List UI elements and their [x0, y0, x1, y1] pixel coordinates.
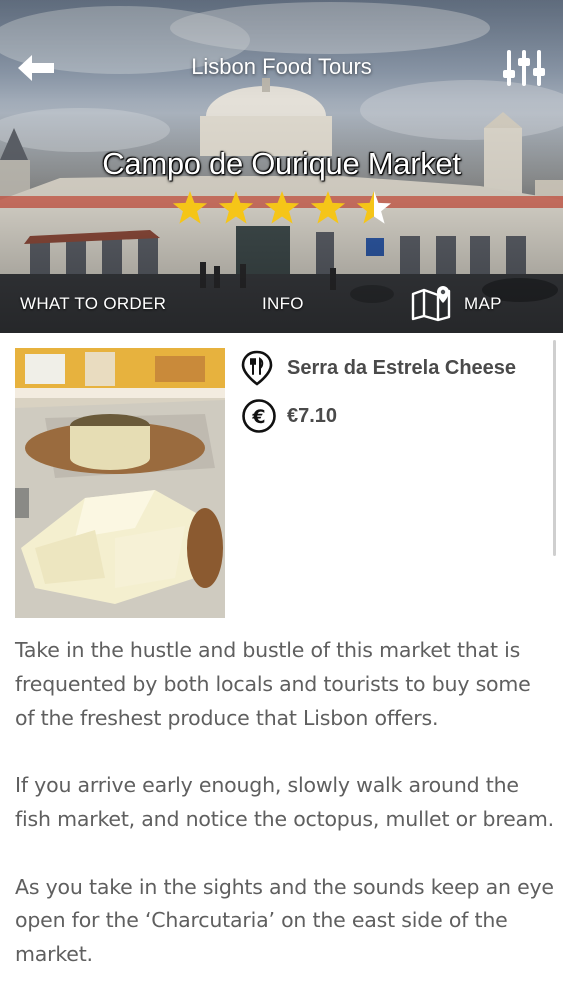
market-title: Campo de Ourique Market — [102, 146, 461, 181]
fork-knife-pin-icon — [241, 350, 273, 386]
star-icon — [218, 191, 254, 224]
euro-circle-icon: € — [242, 399, 276, 433]
cheese-photo — [15, 348, 225, 618]
star-rating — [172, 191, 392, 224]
star-icon — [356, 191, 392, 224]
description-paragraph: Take in the hustle and bustle of this ma… — [15, 638, 531, 730]
item-price-row: € €7.10 — [241, 398, 337, 434]
hero-banner: Lisbon Food Tours Campo de Ourique Marke… — [0, 0, 563, 333]
description-paragraph: As you take in the sights and the sounds… — [15, 874, 554, 967]
item-name-row: Serra da Estrela Cheese — [241, 350, 516, 386]
item-name: Serra da Estrela Cheese — [287, 356, 517, 379]
tab-map[interactable]: MAP — [464, 294, 502, 314]
star-icon — [172, 191, 208, 224]
svg-text:€: € — [251, 406, 265, 428]
description-paragraph: If you arrive early enough, slowly walk … — [15, 773, 554, 831]
scrollbar[interactable] — [553, 340, 556, 556]
market-description: Take in the hustle and bustle of this ma… — [15, 634, 555, 1000]
star-icon — [264, 191, 300, 224]
item-price: €7.10 — [287, 404, 338, 427]
folded-map-pin-icon[interactable] — [410, 284, 454, 322]
tab-what-to-order[interactable]: WHAT TO ORDER — [20, 294, 166, 314]
filter-button[interactable] — [500, 46, 548, 90]
star-icon — [310, 191, 346, 224]
sliders-icon — [503, 50, 545, 86]
app-title: Lisbon Food Tours — [191, 54, 372, 79]
tab-info[interactable]: INFO — [262, 294, 304, 314]
